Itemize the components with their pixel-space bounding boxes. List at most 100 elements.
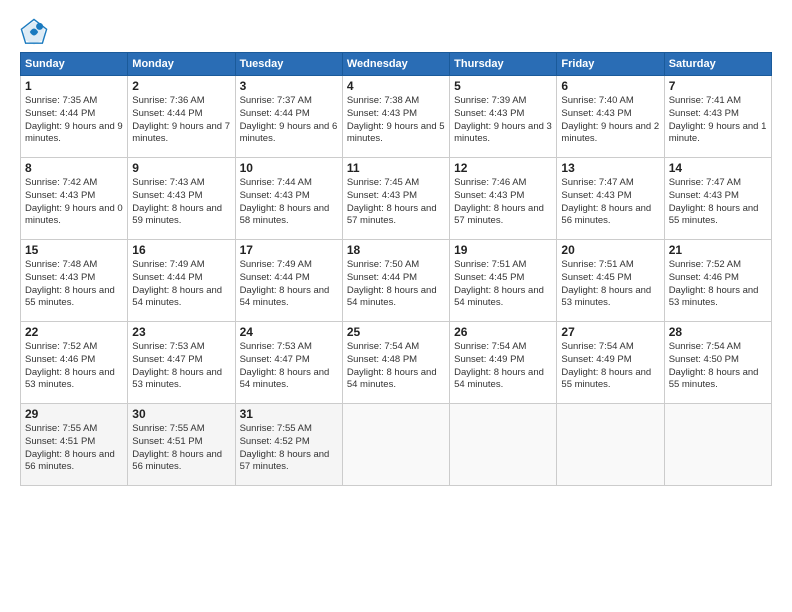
- daylight-label: Daylight: 8 hours and 56 minutes.: [132, 449, 222, 473]
- sunrise-label: Sunrise: 7:53 AM: [132, 341, 204, 352]
- day-cell-12: 12 Sunrise: 7:46 AM Sunset: 4:43 PM Dayl…: [450, 158, 557, 240]
- day-number: 19: [454, 243, 552, 257]
- day-info: Sunrise: 7:53 AM Sunset: 4:47 PM Dayligh…: [132, 341, 230, 392]
- sunrise-label: Sunrise: 7:52 AM: [669, 259, 741, 270]
- sunset-label: Sunset: 4:51 PM: [25, 436, 95, 447]
- daylight-label: Daylight: 8 hours and 53 minutes.: [561, 285, 651, 309]
- sunset-label: Sunset: 4:43 PM: [669, 108, 739, 119]
- sunrise-label: Sunrise: 7:36 AM: [132, 95, 204, 106]
- daylight-label: Daylight: 8 hours and 53 minutes.: [25, 367, 115, 391]
- sunrise-label: Sunrise: 7:43 AM: [132, 177, 204, 188]
- day-cell-19: 19 Sunrise: 7:51 AM Sunset: 4:45 PM Dayl…: [450, 240, 557, 322]
- sunset-label: Sunset: 4:45 PM: [561, 272, 631, 283]
- day-cell-7: 7 Sunrise: 7:41 AM Sunset: 4:43 PM Dayli…: [664, 76, 771, 158]
- daylight-label: Daylight: 8 hours and 57 minutes.: [454, 203, 544, 227]
- week-row-1: 1 Sunrise: 7:35 AM Sunset: 4:44 PM Dayli…: [21, 76, 772, 158]
- day-number: 29: [25, 407, 123, 421]
- day-number: 26: [454, 325, 552, 339]
- sunset-label: Sunset: 4:43 PM: [240, 190, 310, 201]
- day-info: Sunrise: 7:39 AM Sunset: 4:43 PM Dayligh…: [454, 95, 552, 146]
- day-cell-27: 27 Sunrise: 7:54 AM Sunset: 4:49 PM Dayl…: [557, 322, 664, 404]
- sunrise-label: Sunrise: 7:47 AM: [561, 177, 633, 188]
- day-info: Sunrise: 7:55 AM Sunset: 4:52 PM Dayligh…: [240, 423, 338, 474]
- day-info: Sunrise: 7:51 AM Sunset: 4:45 PM Dayligh…: [561, 259, 659, 310]
- day-number: 24: [240, 325, 338, 339]
- day-number: 3: [240, 79, 338, 93]
- day-number: 28: [669, 325, 767, 339]
- day-cell-28: 28 Sunrise: 7:54 AM Sunset: 4:50 PM Dayl…: [664, 322, 771, 404]
- sunrise-label: Sunrise: 7:51 AM: [561, 259, 633, 270]
- day-cell-22: 22 Sunrise: 7:52 AM Sunset: 4:46 PM Dayl…: [21, 322, 128, 404]
- day-number: 27: [561, 325, 659, 339]
- week-row-4: 22 Sunrise: 7:52 AM Sunset: 4:46 PM Dayl…: [21, 322, 772, 404]
- day-cell-5: 5 Sunrise: 7:39 AM Sunset: 4:43 PM Dayli…: [450, 76, 557, 158]
- day-number: 9: [132, 161, 230, 175]
- sunset-label: Sunset: 4:47 PM: [132, 354, 202, 365]
- empty-cell: [664, 404, 771, 486]
- day-info: Sunrise: 7:47 AM Sunset: 4:43 PM Dayligh…: [561, 177, 659, 228]
- day-cell-18: 18 Sunrise: 7:50 AM Sunset: 4:44 PM Dayl…: [342, 240, 449, 322]
- sunrise-label: Sunrise: 7:46 AM: [454, 177, 526, 188]
- calendar-page: SundayMondayTuesdayWednesdayThursdayFrid…: [0, 0, 792, 612]
- sunrise-label: Sunrise: 7:41 AM: [669, 95, 741, 106]
- sunset-label: Sunset: 4:46 PM: [669, 272, 739, 283]
- logo: [20, 18, 52, 46]
- daylight-label: Daylight: 8 hours and 53 minutes.: [669, 285, 759, 309]
- day-info: Sunrise: 7:54 AM Sunset: 4:49 PM Dayligh…: [561, 341, 659, 392]
- day-info: Sunrise: 7:54 AM Sunset: 4:50 PM Dayligh…: [669, 341, 767, 392]
- day-cell-25: 25 Sunrise: 7:54 AM Sunset: 4:48 PM Dayl…: [342, 322, 449, 404]
- sunrise-label: Sunrise: 7:40 AM: [561, 95, 633, 106]
- daylight-label: Daylight: 8 hours and 54 minutes.: [347, 285, 437, 309]
- day-cell-9: 9 Sunrise: 7:43 AM Sunset: 4:43 PM Dayli…: [128, 158, 235, 240]
- sunset-label: Sunset: 4:43 PM: [25, 272, 95, 283]
- header: [20, 18, 772, 46]
- day-cell-20: 20 Sunrise: 7:51 AM Sunset: 4:45 PM Dayl…: [557, 240, 664, 322]
- daylight-label: Daylight: 8 hours and 55 minutes.: [25, 285, 115, 309]
- weekday-header-tuesday: Tuesday: [235, 53, 342, 76]
- daylight-label: Daylight: 9 hours and 2 minutes.: [561, 121, 659, 145]
- day-number: 4: [347, 79, 445, 93]
- day-number: 11: [347, 161, 445, 175]
- daylight-label: Daylight: 9 hours and 9 minutes.: [25, 121, 123, 145]
- week-row-5: 29 Sunrise: 7:55 AM Sunset: 4:51 PM Dayl…: [21, 404, 772, 486]
- weekday-header-row: SundayMondayTuesdayWednesdayThursdayFrid…: [21, 53, 772, 76]
- daylight-label: Daylight: 8 hours and 56 minutes.: [25, 449, 115, 473]
- day-number: 5: [454, 79, 552, 93]
- sunrise-label: Sunrise: 7:44 AM: [240, 177, 312, 188]
- sunset-label: Sunset: 4:49 PM: [454, 354, 524, 365]
- day-cell-2: 2 Sunrise: 7:36 AM Sunset: 4:44 PM Dayli…: [128, 76, 235, 158]
- day-info: Sunrise: 7:49 AM Sunset: 4:44 PM Dayligh…: [132, 259, 230, 310]
- sunrise-label: Sunrise: 7:51 AM: [454, 259, 526, 270]
- sunset-label: Sunset: 4:43 PM: [25, 190, 95, 201]
- day-info: Sunrise: 7:49 AM Sunset: 4:44 PM Dayligh…: [240, 259, 338, 310]
- day-info: Sunrise: 7:47 AM Sunset: 4:43 PM Dayligh…: [669, 177, 767, 228]
- day-info: Sunrise: 7:55 AM Sunset: 4:51 PM Dayligh…: [132, 423, 230, 474]
- day-number: 6: [561, 79, 659, 93]
- day-info: Sunrise: 7:37 AM Sunset: 4:44 PM Dayligh…: [240, 95, 338, 146]
- sunset-label: Sunset: 4:43 PM: [132, 190, 202, 201]
- day-number: 23: [132, 325, 230, 339]
- logo-icon: [20, 18, 48, 46]
- day-info: Sunrise: 7:36 AM Sunset: 4:44 PM Dayligh…: [132, 95, 230, 146]
- day-number: 18: [347, 243, 445, 257]
- daylight-label: Daylight: 8 hours and 56 minutes.: [561, 203, 651, 227]
- weekday-header-saturday: Saturday: [664, 53, 771, 76]
- sunrise-label: Sunrise: 7:55 AM: [240, 423, 312, 434]
- sunrise-label: Sunrise: 7:53 AM: [240, 341, 312, 352]
- sunrise-label: Sunrise: 7:48 AM: [25, 259, 97, 270]
- sunset-label: Sunset: 4:44 PM: [132, 108, 202, 119]
- daylight-label: Daylight: 8 hours and 57 minutes.: [347, 203, 437, 227]
- daylight-label: Daylight: 8 hours and 54 minutes.: [347, 367, 437, 391]
- day-number: 15: [25, 243, 123, 257]
- day-cell-8: 8 Sunrise: 7:42 AM Sunset: 4:43 PM Dayli…: [21, 158, 128, 240]
- day-info: Sunrise: 7:41 AM Sunset: 4:43 PM Dayligh…: [669, 95, 767, 146]
- day-number: 25: [347, 325, 445, 339]
- day-number: 30: [132, 407, 230, 421]
- day-info: Sunrise: 7:48 AM Sunset: 4:43 PM Dayligh…: [25, 259, 123, 310]
- day-number: 12: [454, 161, 552, 175]
- daylight-label: Daylight: 8 hours and 55 minutes.: [669, 367, 759, 391]
- daylight-label: Daylight: 8 hours and 54 minutes.: [132, 285, 222, 309]
- sunset-label: Sunset: 4:43 PM: [561, 108, 631, 119]
- sunrise-label: Sunrise: 7:38 AM: [347, 95, 419, 106]
- daylight-label: Daylight: 8 hours and 57 minutes.: [240, 449, 330, 473]
